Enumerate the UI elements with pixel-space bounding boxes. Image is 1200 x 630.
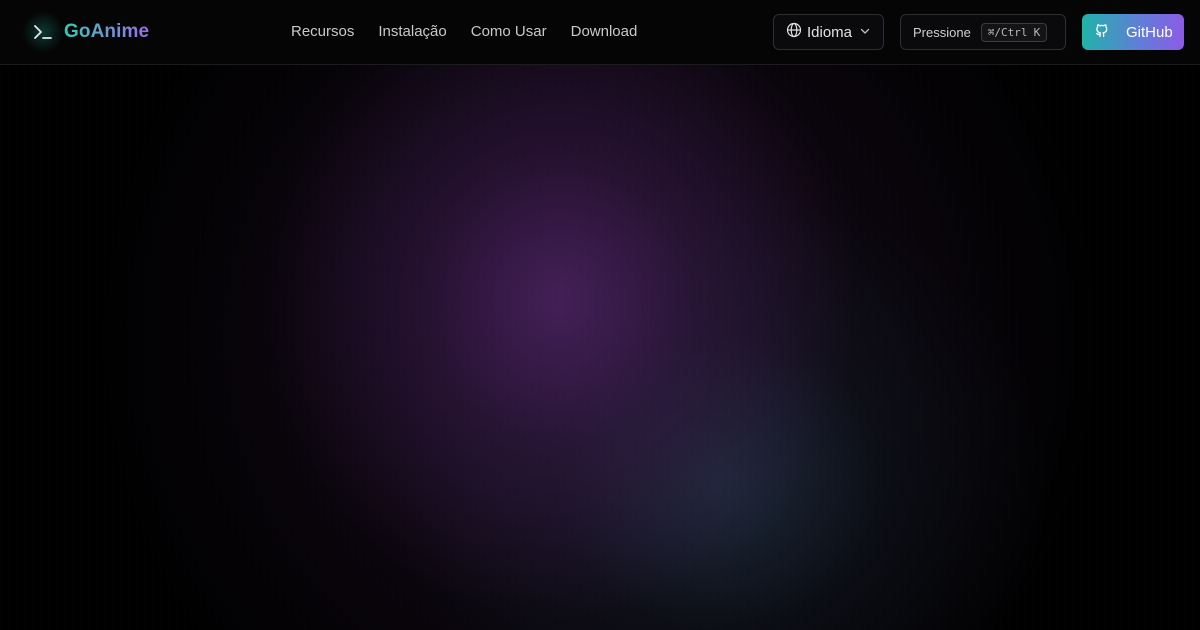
globe-icon: [786, 22, 802, 42]
github-icon: [1094, 22, 1110, 42]
nav-link-instalacao[interactable]: Instalação: [366, 0, 458, 64]
brand-name: GoAnime: [64, 21, 150, 42]
top-navbar: GoAnime Recursos Instalação Como Usar Do…: [0, 0, 1200, 65]
chevron-down-icon: [859, 24, 871, 41]
language-label: Idioma: [807, 23, 853, 41]
background-stripes: [0, 0, 1200, 630]
search-hint-label: Pressione: [913, 24, 971, 40]
page: GoAnime Recursos Instalação Como Usar Do…: [0, 0, 1200, 630]
keyboard-shortcut-badge: ⌘/Ctrl K: [980, 22, 1048, 42]
shortcut-key: K: [1033, 25, 1041, 39]
github-label: GitHub: [1126, 23, 1173, 41]
nav-link-download[interactable]: Download: [559, 0, 650, 64]
background-glow: [0, 0, 1200, 630]
language-select-button[interactable]: Idioma: [773, 14, 884, 50]
terminal-icon: [22, 11, 64, 53]
github-button[interactable]: GitHub: [1082, 14, 1184, 50]
main-nav: Recursos Instalação Como Usar Download: [279, 0, 649, 64]
shortcut-modifier: ⌘/Ctrl: [987, 25, 1028, 39]
command-search-button[interactable]: Pressione ⌘/Ctrl K: [900, 14, 1066, 50]
brand-logo-link[interactable]: GoAnime: [22, 0, 150, 64]
nav-link-recursos[interactable]: Recursos: [279, 0, 366, 64]
nav-link-como-usar[interactable]: Como Usar: [459, 0, 559, 64]
